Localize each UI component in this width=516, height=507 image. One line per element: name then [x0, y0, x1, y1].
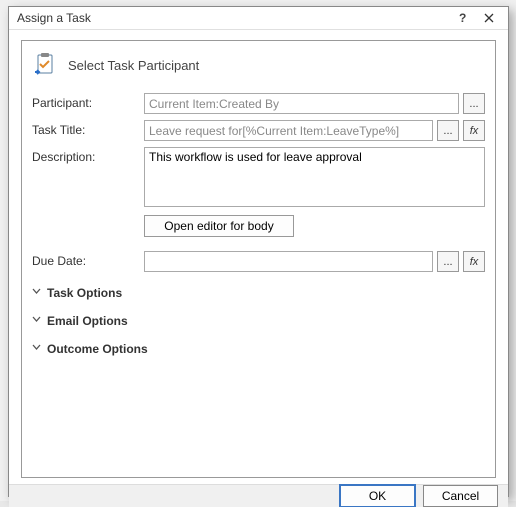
svg-text:?: ?: [459, 12, 466, 24]
participant-label: Participant:: [32, 93, 144, 110]
section-label: Task Options: [47, 286, 122, 300]
due-date-field[interactable]: [144, 251, 433, 272]
assign-task-dialog: Assign a Task ? Select Task Partic: [8, 6, 509, 497]
ok-button[interactable]: OK: [340, 485, 415, 507]
due-date-browse-button[interactable]: ...: [437, 251, 459, 272]
open-editor-button[interactable]: Open editor for body: [144, 215, 294, 237]
participant-field[interactable]: Current Item:Created By: [144, 93, 459, 114]
help-button[interactable]: ?: [450, 7, 476, 29]
dialog-content: Select Task Participant Participant: Cur…: [9, 30, 508, 484]
outcome-options-section[interactable]: Outcome Options: [32, 342, 485, 356]
panel-header: Select Task Participant: [32, 51, 485, 79]
task-icon: [32, 51, 60, 79]
dialog-footer: OK Cancel: [9, 484, 508, 507]
due-date-label: Due Date:: [32, 251, 144, 268]
form-panel: Select Task Participant Participant: Cur…: [21, 40, 496, 478]
titlebar: Assign a Task ?: [9, 7, 508, 30]
dialog-title: Assign a Task: [17, 11, 450, 25]
participant-browse-button[interactable]: ...: [463, 93, 485, 114]
task-options-section[interactable]: Task Options: [32, 286, 485, 300]
email-options-section[interactable]: Email Options: [32, 314, 485, 328]
chevron-down-icon: [32, 315, 41, 327]
panel-title: Select Task Participant: [68, 58, 199, 73]
task-title-fx-button[interactable]: fx: [463, 120, 485, 141]
task-title-label: Task Title:: [32, 120, 144, 137]
section-label: Email Options: [47, 314, 128, 328]
task-title-field[interactable]: Leave request for[%Current Item:LeaveTyp…: [144, 120, 433, 141]
cancel-button[interactable]: Cancel: [423, 485, 498, 507]
chevron-down-icon: [32, 343, 41, 355]
task-title-browse-button[interactable]: ...: [437, 120, 459, 141]
due-date-fx-button[interactable]: fx: [463, 251, 485, 272]
chevron-down-icon: [32, 287, 41, 299]
description-field[interactable]: [144, 147, 485, 207]
description-label: Description:: [32, 147, 144, 164]
close-button[interactable]: [476, 7, 502, 29]
section-label: Outcome Options: [47, 342, 148, 356]
